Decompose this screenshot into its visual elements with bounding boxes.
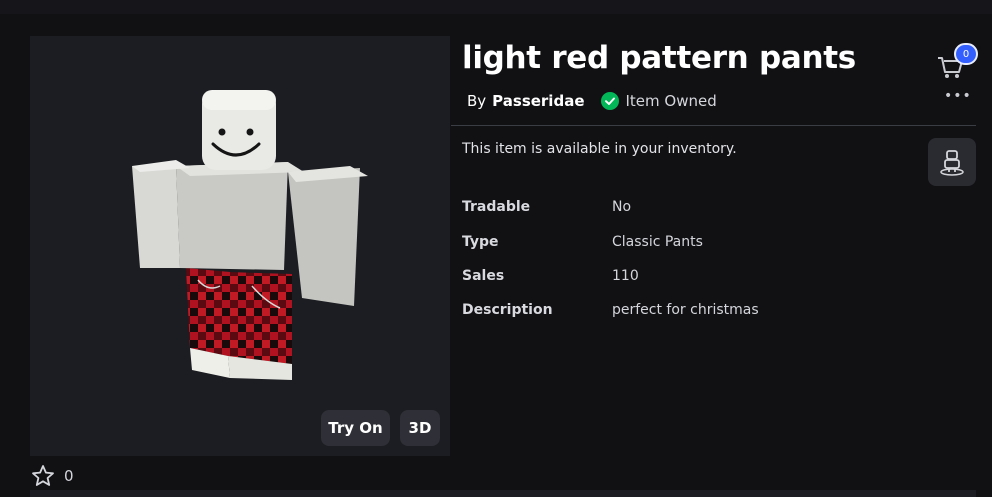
detail-value: 110 (612, 268, 639, 284)
item-viewer[interactable]: Try On 3D (30, 36, 450, 456)
owned-status: Item Owned (625, 92, 717, 110)
favorite-button[interactable]: 0 (31, 464, 74, 488)
cart-count-badge: 0 (954, 43, 978, 65)
lower-section (30, 490, 976, 497)
star-icon (32, 465, 54, 486)
detail-label: Type (462, 234, 499, 250)
by-label: By (467, 92, 487, 110)
creator-link[interactable]: Passeridae (492, 92, 584, 110)
item-title: light red pattern pants (462, 40, 856, 76)
avatar-icon (940, 150, 964, 176)
detail-value: perfect for christmas (612, 302, 759, 318)
view-3d-button[interactable]: 3D (400, 410, 440, 446)
divider (451, 125, 976, 126)
top-bar (0, 0, 992, 14)
avatar-preview (132, 90, 368, 380)
wear-item-button[interactable] (928, 138, 976, 186)
try-on-button[interactable]: Try On (321, 410, 390, 446)
detail-value: Classic Pants (612, 234, 703, 250)
detail-label: Description (462, 302, 553, 318)
availability-text: This item is available in your inventory… (462, 141, 737, 157)
detail-value: No (612, 199, 632, 215)
more-options-icon[interactable]: ••• (944, 89, 971, 103)
detail-label: Tradable (462, 199, 531, 215)
favorite-count: 0 (64, 467, 74, 485)
detail-label: Sales (462, 268, 505, 284)
creator-line: By Passeridae Item Owned (467, 92, 717, 110)
owned-check-icon (600, 92, 619, 110)
